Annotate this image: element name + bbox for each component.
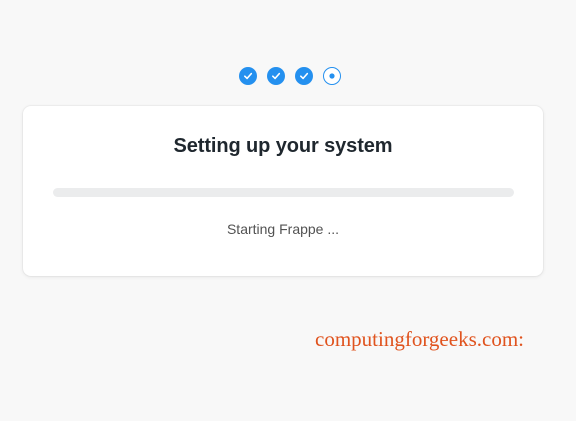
setup-card: Setting up your system Starting Frappe .… (23, 106, 543, 276)
step-4-active-dot-icon (323, 67, 341, 85)
setup-status-text: Starting Frappe ... (226, 221, 340, 237)
setup-progress-bar (53, 188, 514, 197)
watermark-text: computingforgeeks.com: (315, 327, 524, 351)
step-3-complete-check-icon (295, 67, 313, 85)
setup-title: Setting up your system (173, 135, 393, 157)
setup-step-indicator (0, 67, 576, 85)
step-2-complete-check-icon (267, 67, 285, 85)
step-1-complete-check-icon (239, 67, 257, 85)
